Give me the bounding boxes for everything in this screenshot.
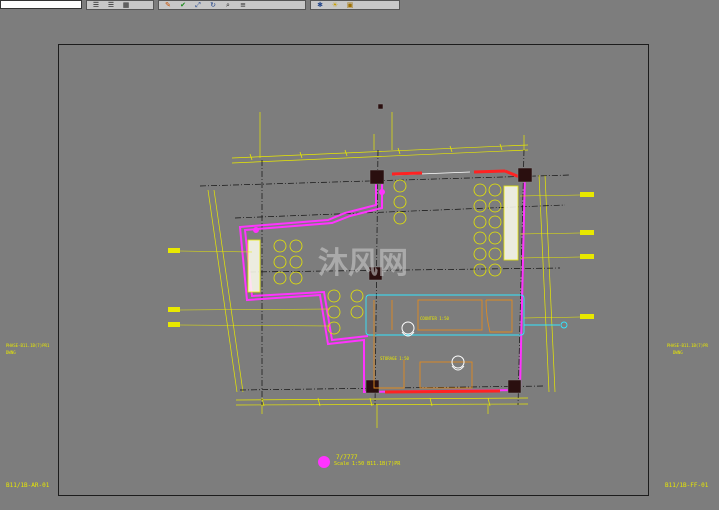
- section-markers: [168, 189, 594, 468]
- right-note-2: DWNG: [673, 350, 683, 355]
- cyan-zone: [365, 294, 568, 336]
- room-label: STORAGE 1:50: [380, 356, 409, 361]
- counter-outline: [373, 299, 513, 389]
- counter-label: COUNTER 1:50: [420, 316, 449, 321]
- drawing-title-mark: 7/7777: [336, 454, 358, 461]
- left-note-2: DWNG: [6, 350, 16, 355]
- drawing-title-scale: Scale 1:50 B11.1B(7)PR: [334, 461, 401, 467]
- watermark-text: 沐风网: [318, 246, 408, 281]
- sheet-number-left: B11/1B-AR-01: [6, 482, 50, 489]
- right-note-1: PHASE-B11.1B(7)PR: [667, 343, 708, 348]
- left-note-1: PHASE-B11.1B(7)PR1: [6, 343, 50, 348]
- sheet-number-right: B11/1B-FF-01: [665, 482, 709, 489]
- chair-symbols: [401, 321, 465, 371]
